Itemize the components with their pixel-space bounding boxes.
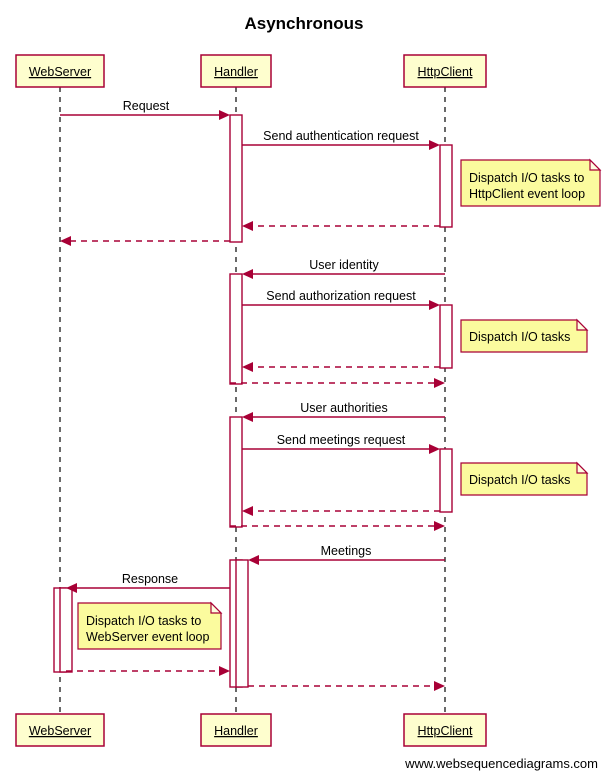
message-response-label: Response [122,572,178,586]
participant-handler-bottom[interactable]: Handler [200,713,272,747]
message-return-handler-httpclient-2[interactable] [230,521,445,531]
message-send-authorization-request-arrowhead [429,300,440,310]
message-return-handler-webserver-1[interactable] [60,236,230,246]
message-send-authorization-request[interactable]: Send authorization request [242,289,440,310]
message-send-meetings-request[interactable]: Send meetings request [242,433,440,454]
note-4-line-1: Dispatch I/O tasks to [86,614,201,628]
activation-handler-2 [229,273,243,385]
note-dispatch-httpclient-event-loop[interactable]: Dispatch I/O tasks to HttpClient event l… [460,158,602,207]
participant-handler-top-label: Handler [214,65,258,79]
note-4-line-2: WebServer event loop [86,630,209,644]
note-3-line-1: Dispatch I/O tasks [469,473,570,487]
note-2-line-1: Dispatch I/O tasks [469,330,570,344]
messages-group: Request Send authentication request Hand… [60,99,445,691]
message-return-5-arrowhead [242,506,253,516]
message-return-webserver-handler-1[interactable] [66,666,230,676]
message-user-authorities-arrowhead [242,412,253,422]
participant-handler-top[interactable]: Handler [200,54,272,88]
note-3-fold-icon [576,461,589,474]
participant-httpclient-top-label: HttpClient [418,65,473,79]
message-send-authentication-request-label: Send authentication request [263,129,419,143]
participant-httpclient-bottom[interactable]: HttpClient [403,713,487,747]
note-1-fold-icon [589,158,602,171]
message-meetings[interactable]: Meetings [248,544,445,565]
participant-httpclient-bottom-label: HttpClient [418,724,473,738]
message-send-meetings-request-arrowhead [429,444,440,454]
activation-httpclient-2 [439,304,453,369]
message-return-httpclient-handler-3[interactable] [242,506,440,516]
activation-bars-group [53,114,453,688]
message-return-2-arrowhead [60,236,71,246]
message-return-3-arrowhead [242,362,253,372]
message-send-authorization-request-label: Send authorization request [266,289,416,303]
message-send-authentication-request[interactable]: Send authentication request [242,129,440,150]
message-response[interactable]: Response [66,572,230,593]
diagram-title: Asynchronous [244,14,363,33]
message-send-meetings-request-label: Send meetings request [277,433,406,447]
message-user-authorities-label: User authorities [300,401,388,415]
message-return-httpclient-handler-2[interactable] [242,362,440,372]
message-meetings-arrowhead [248,555,259,565]
participant-webserver-top-label: WebServer [29,65,91,79]
note-2-fold-icon [576,318,589,331]
message-user-authorities[interactable]: User authorities [242,401,445,422]
participant-httpclient-top[interactable]: HttpClient [403,54,487,88]
note-4-fold-icon [210,601,223,614]
activation-httpclient-1 [439,144,453,228]
activation-httpclient-3 [439,448,453,513]
participant-webserver-bottom[interactable]: WebServer [15,713,105,747]
message-return-handler-httpclient-3[interactable] [248,681,445,691]
message-return-4-arrowhead [434,378,445,388]
message-meetings-label: Meetings [321,544,372,558]
message-return-7-arrowhead [219,666,230,676]
note-1-line-2: HttpClient event loop [469,187,585,201]
note-dispatch-io-tasks-1[interactable]: Dispatch I/O tasks [460,318,589,353]
activation-handler-1 [229,114,243,243]
participant-handler-bottom-label: Handler [214,724,258,738]
message-user-identity-label: User identity [309,258,379,272]
message-user-identity-arrowhead [242,269,253,279]
message-request[interactable]: Request [60,99,230,120]
message-return-httpclient-handler-1[interactable] [242,221,440,231]
watermark-label: www.websequencediagrams.com [404,756,598,771]
message-return-6-arrowhead [434,521,445,531]
note-dispatch-webserver-event-loop[interactable]: Dispatch I/O tasks to WebServer event lo… [77,601,223,650]
message-user-identity[interactable]: User identity [242,258,445,279]
participants-bottom-group: WebServer Handler HttpClient [15,713,487,747]
activation-handler-4-nested [235,559,249,688]
message-request-label: Request [123,99,170,113]
participant-webserver-bottom-label: WebServer [29,724,91,738]
activation-webserver-1-nested [59,587,73,673]
note-dispatch-io-tasks-2[interactable]: Dispatch I/O tasks [460,461,589,496]
message-return-8-arrowhead [434,681,445,691]
participants-top-group: WebServer Handler HttpClient [15,54,487,88]
message-request-arrowhead [219,110,230,120]
diagram-svg: Asynchronous Request Send authentication… [15,14,602,771]
sequence-diagram-canvas: Asynchronous Request Send authentication… [0,0,608,779]
participant-webserver-top[interactable]: WebServer [15,54,105,88]
message-return-1-arrowhead [242,221,253,231]
message-send-authentication-request-arrowhead [429,140,440,150]
activation-handler-3 [229,416,243,528]
message-return-handler-httpclient-1[interactable] [230,378,445,388]
note-1-line-1: Dispatch I/O tasks to [469,171,584,185]
